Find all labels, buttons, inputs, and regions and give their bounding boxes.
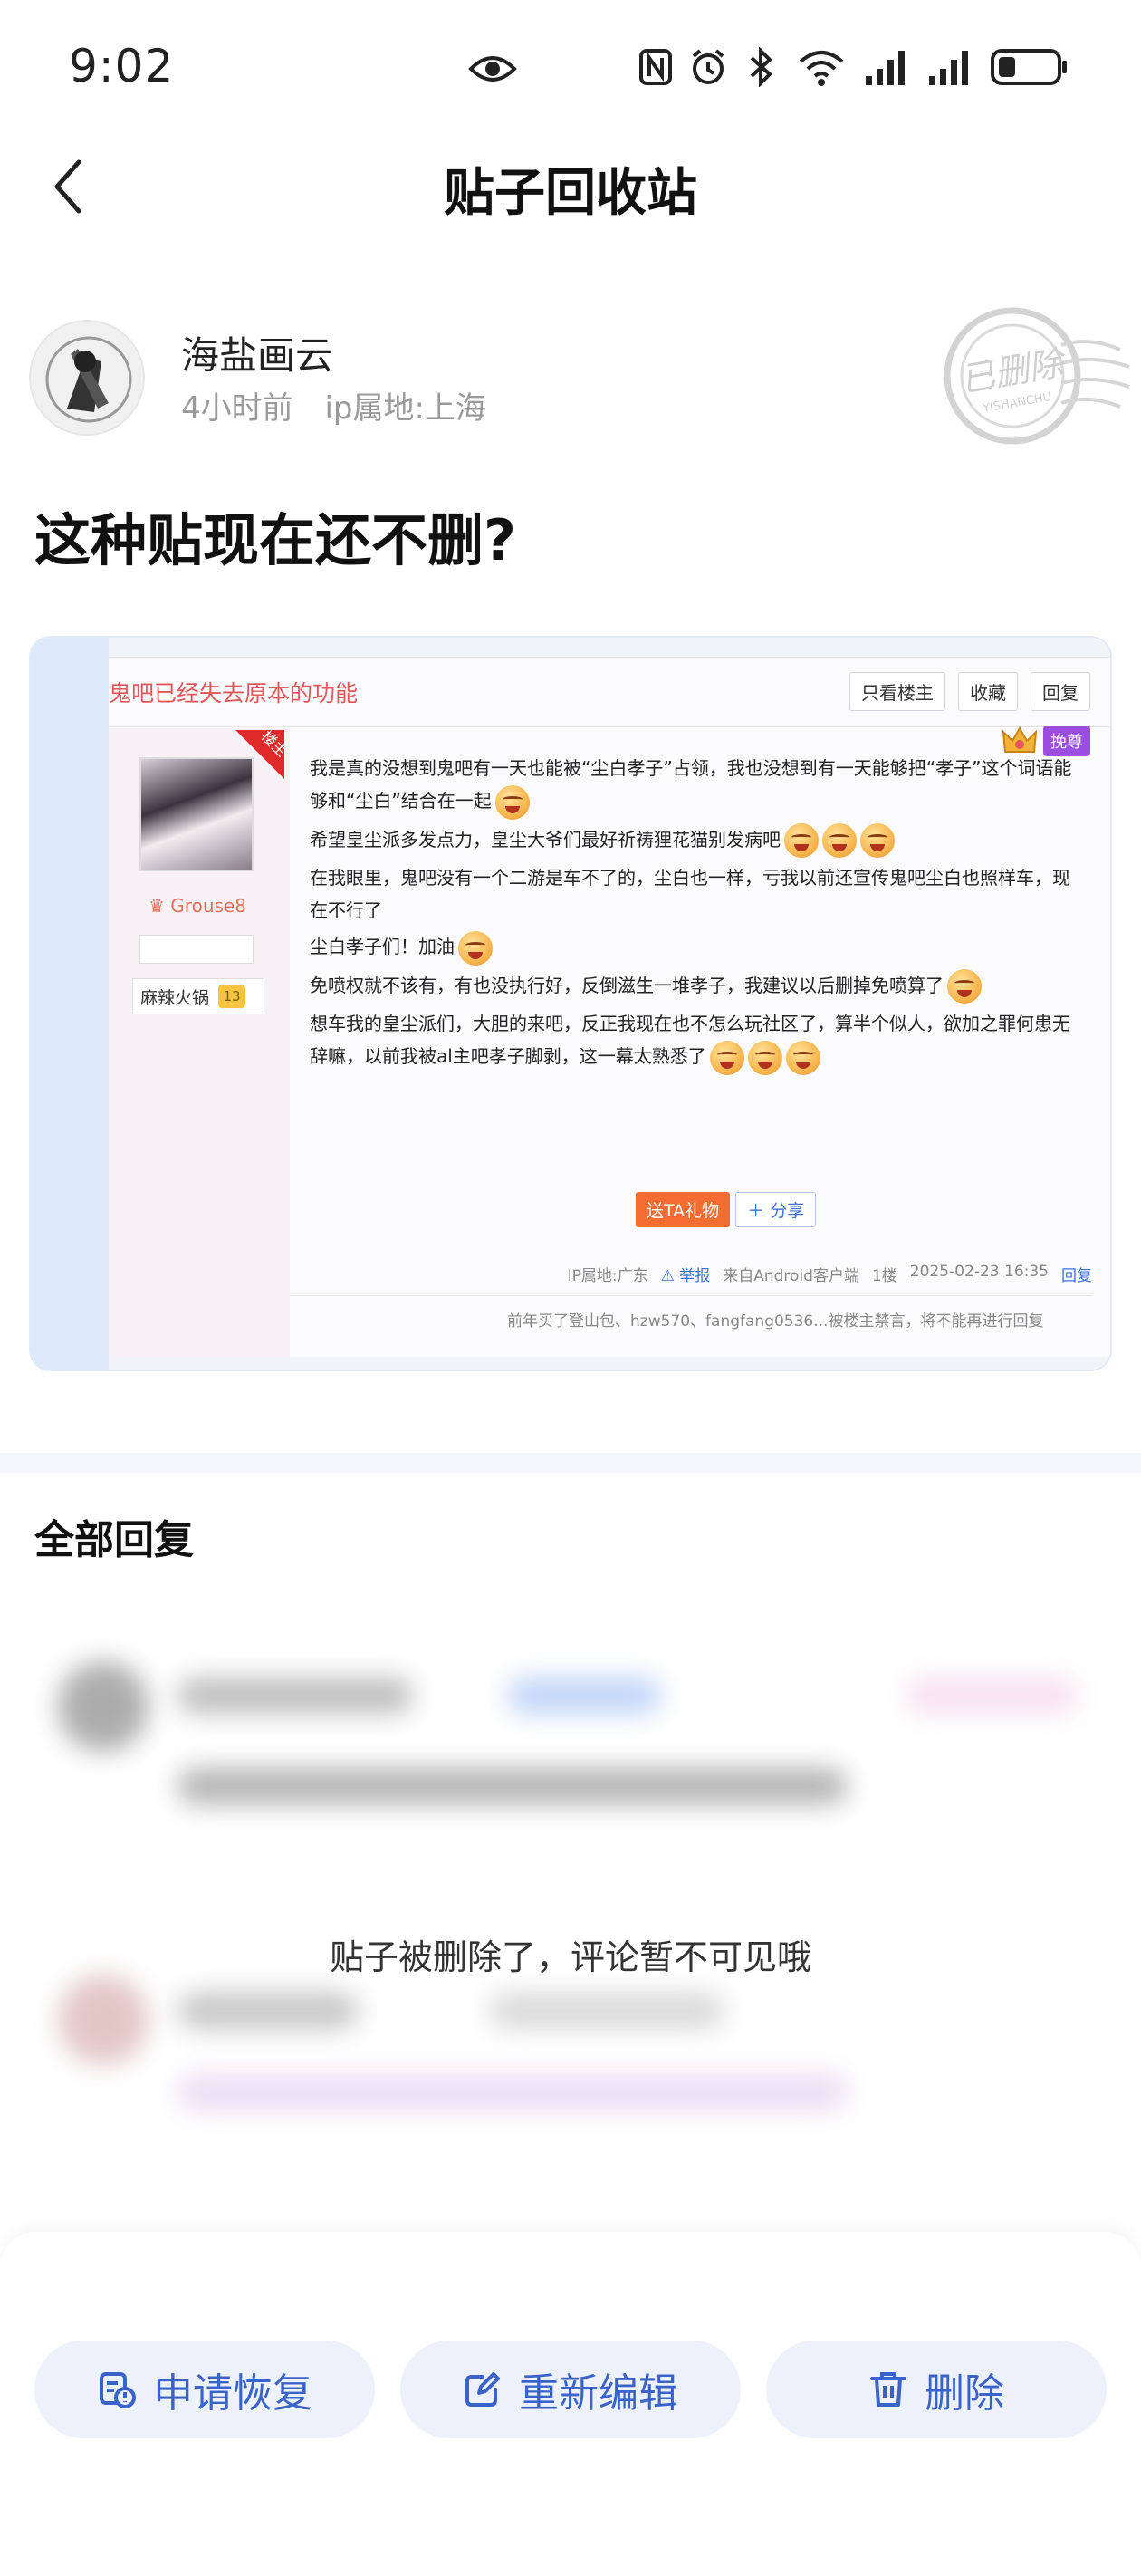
image-ip: IP属地:广东: [567, 1267, 648, 1285]
image-username: ♛ Grouse8: [149, 895, 246, 917]
angry-emoji-icon: [458, 930, 493, 966]
image-report-label: 举报: [679, 1267, 711, 1285]
home-indicator-area: [0, 2509, 1141, 2576]
bluetooth-icon: [750, 47, 772, 87]
signal-icon: [929, 51, 968, 85]
post-author: 海盐画云 4小时前 ip属地:上海 已删除 YISHANCHU: [29, 307, 1130, 445]
image-paragraph: 想车我的皇尘派们，大胆的来吧，反正我现在也不怎么玩社区了，算半个似人，欲加之罪何…: [310, 1007, 1079, 1075]
angry-emoji-icon: [747, 1040, 782, 1075]
wifi-icon: [799, 51, 844, 86]
image-thread-title: 鬼吧已经失去原本的功能: [109, 680, 359, 706]
svg-text:已删除: 已删除: [957, 342, 1070, 400]
restore-icon: [100, 2372, 136, 2408]
image-divider: [290, 1295, 1092, 1296]
comments-hidden-notice: 贴子被删除了，评论暂不可见哦: [329, 1937, 811, 1977]
blurred-badge: [507, 1677, 661, 1714]
blurred-tag: [906, 1677, 1078, 1714]
avatar-image: [31, 322, 143, 434]
blurred-name: [177, 1993, 359, 2029]
image-floor: 1楼: [871, 1267, 897, 1285]
eye-icon: [468, 56, 517, 82]
image-left-strip: [31, 638, 109, 1370]
image-thread-buttons: 只看楼主 收藏 回复: [849, 672, 1090, 711]
replies-heading: 全部回复: [34, 1517, 194, 1563]
image-paragraph-text: 尘白孝子们！加油: [310, 936, 455, 957]
blurred-badge: [489, 1993, 724, 2029]
angry-emoji-icon: [494, 784, 530, 820]
battery-icon: [991, 49, 1067, 85]
angry-emoji-icon: [822, 823, 857, 858]
trash-icon: [870, 2372, 906, 2407]
post-time: 4小时前: [181, 390, 293, 427]
status-time: 9:02: [69, 40, 175, 92]
edit-icon: [465, 2372, 500, 2407]
image-report: ⚠ 举报: [660, 1267, 711, 1285]
image-tag-label: 麻辣火锅: [140, 987, 210, 1008]
delete-button[interactable]: 删除: [766, 2341, 1107, 2438]
section-divider: [0, 1453, 1141, 1473]
image-paragraph-text: 想车我的皇尘派们，大胆的来吧，反正我现在也不怎么玩社区了，算半个似人，欲加之罪何…: [310, 1013, 1070, 1067]
image-share-button: ＋ 分享: [735, 1192, 817, 1227]
image-paragraph-text: 在我眼里，鬼吧没有一个二游是车不了的，尘白也一样，亏我以前还宣传鬼吧尘白也照样车…: [310, 867, 1070, 921]
image-paragraph-text: 希望皇尘派多发点力，皇尘大爷们最好祈祷狸花猫别发病吧: [310, 828, 781, 851]
image-gift-button: 送TA礼物: [636, 1192, 731, 1227]
angry-emoji-icon: [709, 1040, 744, 1075]
angry-emoji-icon: [785, 1040, 820, 1075]
image-divider: [109, 726, 1110, 727]
angry-emoji-icon: [947, 969, 982, 1004]
image-user-box: [139, 935, 254, 964]
image-user-tag: 麻辣火锅 13: [132, 978, 264, 1014]
ip-location: ip属地:上海: [324, 390, 486, 427]
author-name[interactable]: 海盐画云: [181, 325, 333, 380]
blurred-comments: [0, 1630, 1141, 2138]
image-only-op-button: 只看楼主: [849, 672, 945, 711]
image-gift-share: 送TA礼物 ＋ 分享: [636, 1192, 817, 1227]
restore-button-label: 申请恢复: [153, 2370, 312, 2417]
image-paragraph: 在我眼里，鬼吧没有一个二游是车不了的，尘白也一样，亏我以前还宣传鬼吧尘白也照样车…: [310, 861, 1079, 927]
nfc-icon: [639, 49, 672, 85]
nav-bar: 贴子回收站: [0, 136, 1141, 235]
image-paragraph-text: 我是真的没想到鬼吧有一天也能被“尘白孝子”占领，我也没想到有一天能够把“孝子”这…: [310, 757, 1072, 812]
blurred-comment: [177, 1768, 848, 1804]
image-post-time: 2025-02-23 16:35: [909, 1263, 1049, 1281]
image-paragraph: 免喷权就不该有，有也没执行好，反倒滋生一堆孝子，我建议以后删掉免喷算了: [310, 969, 1079, 1004]
image-post-meta: IP属地:广东 ⚠ 举报 来自Android客户端 1楼 2025-02-23 …: [568, 1263, 1092, 1285]
re-edit-button[interactable]: 重新编辑: [400, 2341, 741, 2438]
status-icons: [638, 47, 1069, 87]
image-reply-button: 回复: [1031, 672, 1090, 711]
image-client: 来自Android客户端: [723, 1267, 859, 1285]
re-edit-button-label: 重新编辑: [519, 2370, 678, 2417]
angry-emoji-icon: [860, 823, 895, 858]
image-bottom-bar: [109, 1357, 1110, 1370]
image-paragraph-text: 免喷权就不该有，有也没执行好，反倒滋生一堆孝子，我建议以后删掉免喷算了: [310, 974, 944, 996]
image-top-bar: [109, 638, 1110, 658]
page-title: 贴子回收站: [444, 164, 697, 223]
image-share-label: 分享: [770, 1201, 805, 1221]
image-content: 鬼吧已经失去原本的功能 只看楼主 收藏 回复 楼主 ♛ Grouse8 麻辣火锅…: [109, 638, 1110, 1370]
alarm-icon: [692, 49, 724, 84]
signal-icon: [866, 51, 905, 85]
blurred-avatar: [58, 1975, 149, 2065]
post-image[interactable]: 鬼吧已经失去原本的功能 只看楼主 收藏 回复 楼主 ♛ Grouse8 麻辣火锅…: [29, 636, 1112, 1371]
post-title: 这种贴现在还不删?: [34, 507, 516, 573]
author-meta: 4小时前 ip属地:上海: [181, 383, 508, 428]
image-reply-link: 回复: [1061, 1267, 1092, 1285]
image-reply-note: 前年买了登山包、hzw570、fangfang0536...被楼主禁言，将不能再…: [507, 1312, 1044, 1331]
image-level-badge: 13: [218, 985, 246, 1008]
deleted-stamp-icon: 已删除 YISHANCHU: [944, 307, 1130, 445]
angry-emoji-icon: [784, 823, 819, 858]
blurred-name: [177, 1677, 413, 1714]
avatar[interactable]: [29, 320, 145, 436]
image-paragraph: 希望皇尘派多发点力，皇尘大爷们最好祈祷狸花猫别发病吧: [310, 823, 1079, 858]
image-username-text: Grouse8: [170, 895, 246, 917]
delete-button-label: 删除: [925, 2370, 1004, 2417]
blurred-avatar: [58, 1661, 149, 1752]
blurred-comment: [177, 2074, 848, 2110]
image-paragraph: 我是真的没想到鬼吧有一天也能被“尘白孝子”占领，我也没想到有一天能够把“孝子”这…: [310, 752, 1079, 820]
image-post-body: 我是真的没想到鬼吧有一天也能被“尘白孝子”占领，我也没想到有一天能够把“孝子”这…: [310, 752, 1079, 1079]
image-favorite-button: 收藏: [958, 672, 1018, 711]
restore-button[interactable]: 申请恢复: [34, 2341, 375, 2438]
image-paragraph: 尘白孝子们！加油: [310, 930, 1079, 966]
status-bar: 9:02: [0, 0, 1141, 136]
